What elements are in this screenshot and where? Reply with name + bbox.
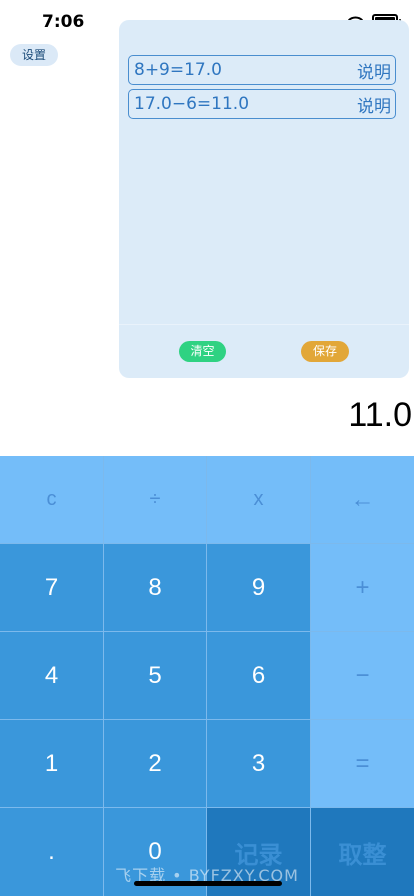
keypad: c ÷ x ← 7 8 9 + 4 5 6 − 1 2 3 = . 0 记录 取… [0, 456, 414, 896]
digit-2-key[interactable]: 2 [104, 720, 207, 808]
digit-9-key[interactable]: 9 [207, 544, 311, 632]
multiply-key[interactable]: x [207, 456, 311, 544]
history-item[interactable]: 8+9=17.0 说明 [128, 55, 396, 85]
plus-key[interactable]: + [311, 544, 414, 632]
backspace-key[interactable]: ← [311, 456, 414, 544]
clear-history-button[interactable]: 清空 [179, 341, 226, 362]
history-panel: 8+9=17.0 说明 17.0−6=11.0 说明 清空 保存 [119, 20, 409, 378]
history-item[interactable]: 17.0−6=11.0 说明 [128, 89, 396, 119]
digit-6-key[interactable]: 6 [207, 632, 311, 720]
panel-divider [119, 324, 409, 325]
clear-key[interactable]: c [0, 456, 104, 544]
minus-key[interactable]: − [311, 632, 414, 720]
digit-7-key[interactable]: 7 [0, 544, 104, 632]
explain-button[interactable]: 说明 [357, 92, 391, 117]
digit-3-key[interactable]: 3 [207, 720, 311, 808]
home-indicator [134, 881, 282, 886]
status-time: 7:06 [42, 12, 85, 32]
result-display: 11.0 [348, 396, 412, 434]
history-expression: 8+9=17.0 [134, 60, 222, 80]
explain-button[interactable]: 说明 [357, 58, 391, 83]
settings-button[interactable]: 设置 [10, 44, 58, 66]
digit-5-key[interactable]: 5 [104, 632, 207, 720]
equals-key[interactable]: = [311, 720, 414, 808]
digit-4-key[interactable]: 4 [0, 632, 104, 720]
history-expression: 17.0−6=11.0 [134, 94, 250, 114]
divide-key[interactable]: ÷ [104, 456, 207, 544]
digit-1-key[interactable]: 1 [0, 720, 104, 808]
digit-8-key[interactable]: 8 [104, 544, 207, 632]
save-history-button[interactable]: 保存 [301, 341, 349, 362]
